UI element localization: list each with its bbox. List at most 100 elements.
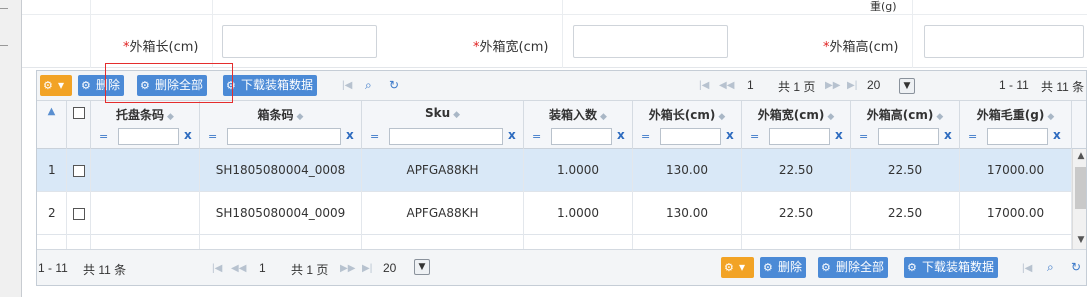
cell-box-height: 22.50: [851, 192, 960, 235]
table-row[interactable]: 1 SH1805080004_0008 APFGA88KH 1.0000 130…: [37, 149, 1072, 192]
clear-filter-icon[interactable]: x: [617, 128, 625, 142]
page-size-dropdown[interactable]: ▼: [414, 259, 430, 275]
record-range: 1 - 11: [999, 78, 1029, 92]
first-page-icon[interactable]: |◀: [212, 263, 222, 274]
table-row-partial: [37, 235, 1072, 249]
filter-input-box-height[interactable]: [878, 128, 939, 145]
gears-icon: ⚙: [81, 80, 91, 92]
row-checkbox[interactable]: [72, 207, 85, 220]
prev-page-icon[interactable]: ◀◀: [231, 263, 246, 274]
filter-input-box-code[interactable]: [227, 128, 341, 145]
download-packing-data-button[interactable]: ⚙ 下载装箱数据: [904, 257, 999, 278]
sort-icon: ◆: [167, 112, 174, 122]
clear-filter-icon[interactable]: x: [944, 128, 952, 142]
last-page-icon[interactable]: ▶|: [847, 80, 857, 91]
next-page-icon[interactable]: ▶▶: [340, 263, 355, 274]
sort-icon: ◆: [296, 112, 304, 122]
column-header-pallet-code[interactable]: 托盘条码 ◆ = x: [91, 101, 200, 149]
column-header-box-width[interactable]: 外箱宽(cm) ◆ = x: [742, 101, 851, 149]
chevron-down-icon: ▼: [418, 262, 426, 272]
page-size-dropdown[interactable]: ▼: [899, 78, 915, 94]
gear-icon: ⚙: [724, 262, 734, 274]
clear-filter-icon[interactable]: x: [726, 128, 734, 142]
cell-box-length: 130.00: [633, 149, 742, 192]
first-page-icon[interactable]: |◀: [342, 80, 352, 91]
form-divider: [912, 0, 913, 68]
column-header-gross-weight[interactable]: 外箱毛重(g) ◆ = x: [960, 101, 1072, 149]
page-number-input[interactable]: 1: [747, 78, 754, 92]
delete-button[interactable]: ⚙ 删除: [760, 257, 807, 278]
filter-input-qty-per-box[interactable]: [551, 128, 612, 145]
filter-input-box-width[interactable]: [769, 128, 830, 145]
scroll-up-icon[interactable]: ▲: [1075, 151, 1086, 161]
total-pages-label: 共 1 页: [778, 80, 816, 94]
box-length-input[interactable]: [222, 25, 377, 58]
column-header-qty-per-box[interactable]: 装箱入数 ◆ = x: [524, 101, 633, 149]
sort-toggle-header[interactable]: ▲: [37, 101, 67, 149]
clear-filter-icon[interactable]: x: [184, 128, 192, 142]
refresh-icon[interactable]: ↻: [389, 78, 399, 92]
row-checkbox[interactable]: [72, 164, 85, 177]
scroll-down-icon[interactable]: ▼: [1075, 235, 1086, 245]
next-page-icon[interactable]: ▶▶: [825, 80, 840, 91]
scrollbar-thumb[interactable]: [1075, 167, 1086, 209]
edge-tick: [0, 8, 8, 9]
box-width-label: *外箱宽(cm): [473, 40, 549, 55]
filter-input-pallet-code[interactable]: [118, 128, 179, 145]
row-number: 1: [37, 149, 67, 192]
clear-filter-icon[interactable]: x: [346, 128, 354, 142]
form-divider: [562, 0, 563, 68]
refresh-icon[interactable]: ↻: [1071, 260, 1081, 274]
first-page-icon[interactable]: |◀: [1022, 263, 1032, 274]
page-number-input[interactable]: 1: [259, 261, 266, 275]
record-range: 1 - 11: [38, 261, 68, 275]
row-checkbox-cell: [67, 149, 91, 192]
table-row[interactable]: 2 SH1805080004_0009 APFGA88KH 1.0000 130…: [37, 192, 1072, 235]
download-packing-data-button[interactable]: ⚙ 下载装箱数据: [223, 75, 318, 96]
row-number: 2: [37, 192, 67, 235]
edge-tick: [0, 45, 8, 46]
column-header-box-length[interactable]: 外箱长(cm) ◆ = x: [633, 101, 742, 149]
sort-icon: ◆: [453, 110, 461, 120]
select-all-checkbox[interactable]: [73, 107, 85, 119]
prev-page-icon[interactable]: ◀◀: [719, 80, 734, 91]
grid-footer: 1 - 11 共 11 条 |◀ ◀◀ 1 共 1 页 ▶▶ ▶| 20 ▼ ⚙…: [37, 249, 1086, 285]
clear-filter-icon[interactable]: x: [1053, 128, 1061, 142]
sort-icon: ◆: [827, 112, 835, 122]
chevron-down-icon: ▼: [903, 81, 911, 91]
box-height-label: *外箱高(cm): [823, 40, 899, 55]
filter-input-sku[interactable]: [389, 128, 503, 145]
filter-input-box-length[interactable]: [660, 128, 721, 145]
search-icon[interactable]: ⌕: [365, 78, 372, 93]
clear-filter-icon[interactable]: x: [508, 128, 516, 142]
column-header-sku[interactable]: Sku ◆ = x: [362, 101, 524, 149]
settings-menu-button[interactable]: ⚙ ▾: [40, 75, 72, 96]
total-pages-label: 共 1 页: [291, 263, 329, 277]
cell-sku: APFGA88KH: [362, 149, 524, 192]
cell-gross-weight: 17000.00: [960, 149, 1072, 192]
settings-menu-button[interactable]: ⚙ ▾: [721, 257, 754, 278]
cell-box-code: SH1805080004_0008: [200, 149, 362, 192]
sort-icon: ◆: [600, 112, 607, 122]
first-page-icon[interactable]: |◀: [699, 80, 709, 91]
vertical-scrollbar[interactable]: ▲ ▼: [1072, 149, 1086, 249]
box-width-input[interactable]: [573, 25, 728, 58]
record-total: 共 11 条: [83, 263, 127, 277]
gear-icon: ⚙: [43, 80, 53, 92]
page-size-value: 20: [867, 78, 881, 92]
cell-qty-per-box: 1.0000: [524, 149, 633, 192]
delete-all-button[interactable]: ⚙ 删除全部: [818, 257, 889, 278]
sort-icon: ◆: [936, 112, 944, 122]
form-divider: [90, 0, 91, 68]
left-panel-edge: [0, 0, 22, 297]
row-checkbox-cell: [67, 192, 91, 235]
cell-box-height: 22.50: [851, 149, 960, 192]
column-header-box-code[interactable]: 箱条码 ◆ = x: [200, 101, 362, 149]
chevron-up-icon[interactable]: ▲: [37, 106, 66, 117]
column-header-box-height[interactable]: 外箱高(cm) ◆ = x: [851, 101, 960, 149]
search-icon[interactable]: ⌕: [1047, 260, 1054, 275]
box-height-input[interactable]: [924, 25, 1084, 58]
clear-filter-icon[interactable]: x: [835, 128, 843, 142]
last-page-icon[interactable]: ▶|: [362, 263, 372, 274]
filter-input-gross-weight[interactable]: [987, 128, 1048, 145]
